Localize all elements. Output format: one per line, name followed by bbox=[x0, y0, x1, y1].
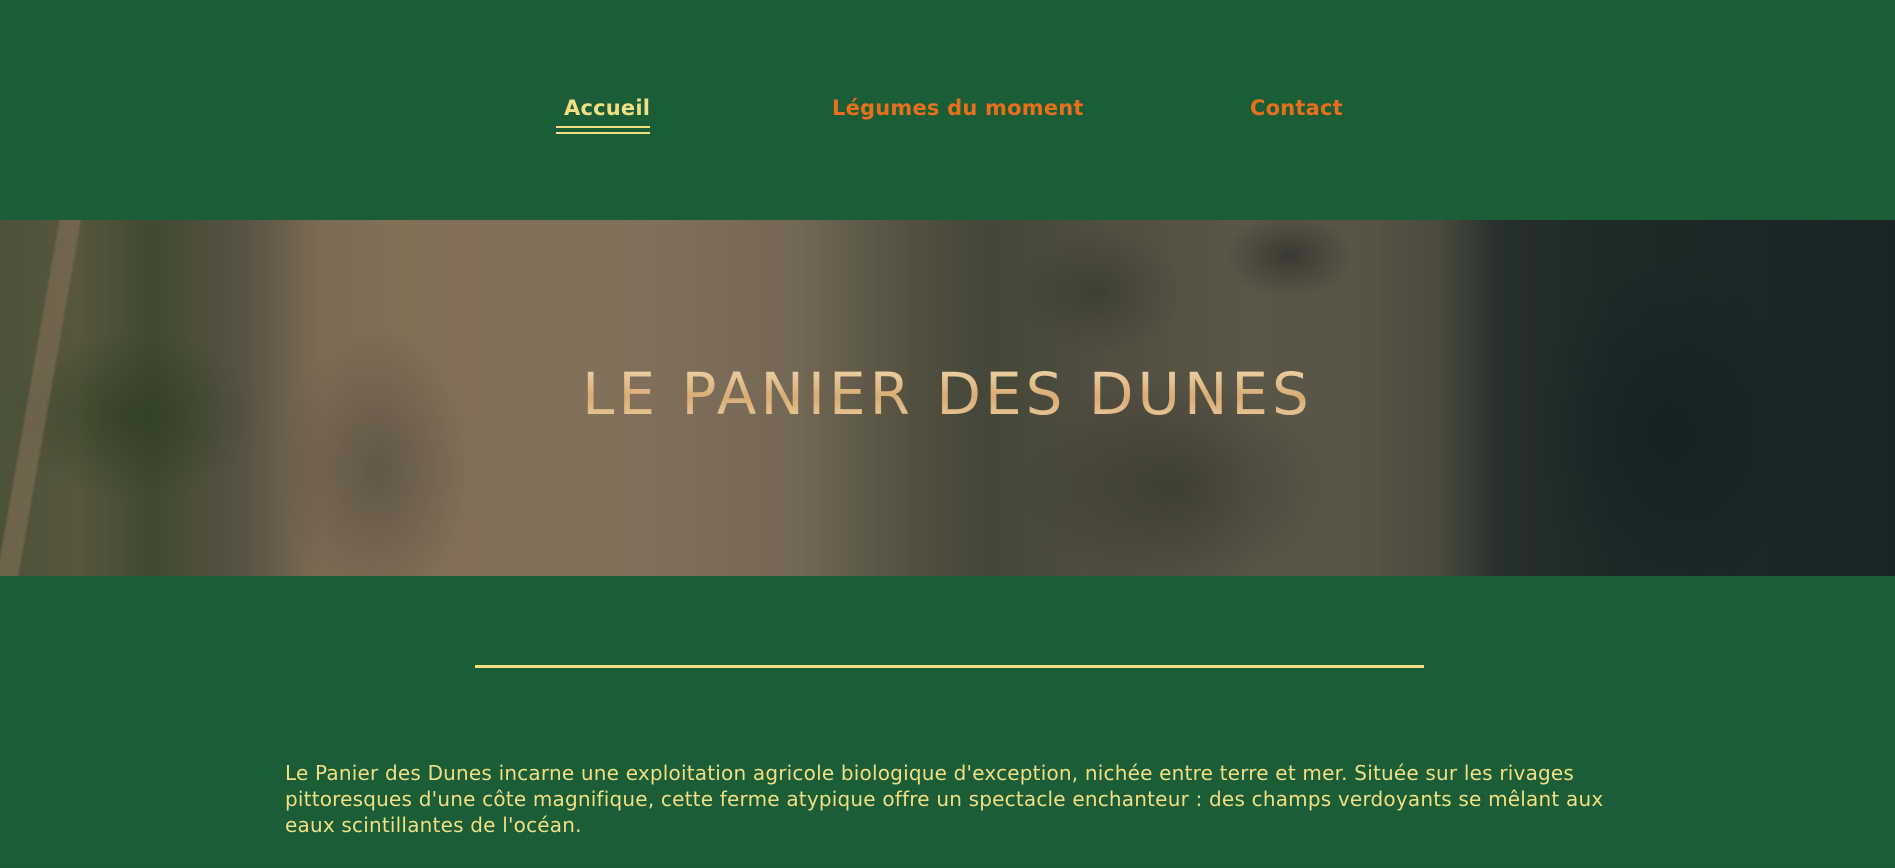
page: Accueil Légumes du moment Contact LE PAN… bbox=[0, 0, 1895, 868]
site-title: LE PANIER DES DUNES bbox=[0, 360, 1895, 428]
hero-banner: LE PANIER DES DUNES bbox=[0, 220, 1895, 576]
intro-paragraph: Le Panier des Dunes incarne une exploita… bbox=[285, 761, 1604, 837]
nav-item-contact[interactable]: Contact bbox=[1250, 96, 1343, 120]
main-navigation: Accueil Légumes du moment Contact bbox=[0, 0, 1895, 220]
nav-item-accueil[interactable]: Accueil bbox=[564, 96, 650, 120]
nav-active-underline bbox=[556, 126, 650, 134]
section-divider bbox=[475, 665, 1424, 668]
nav-item-legumes-du-moment[interactable]: Légumes du moment bbox=[832, 96, 1084, 120]
